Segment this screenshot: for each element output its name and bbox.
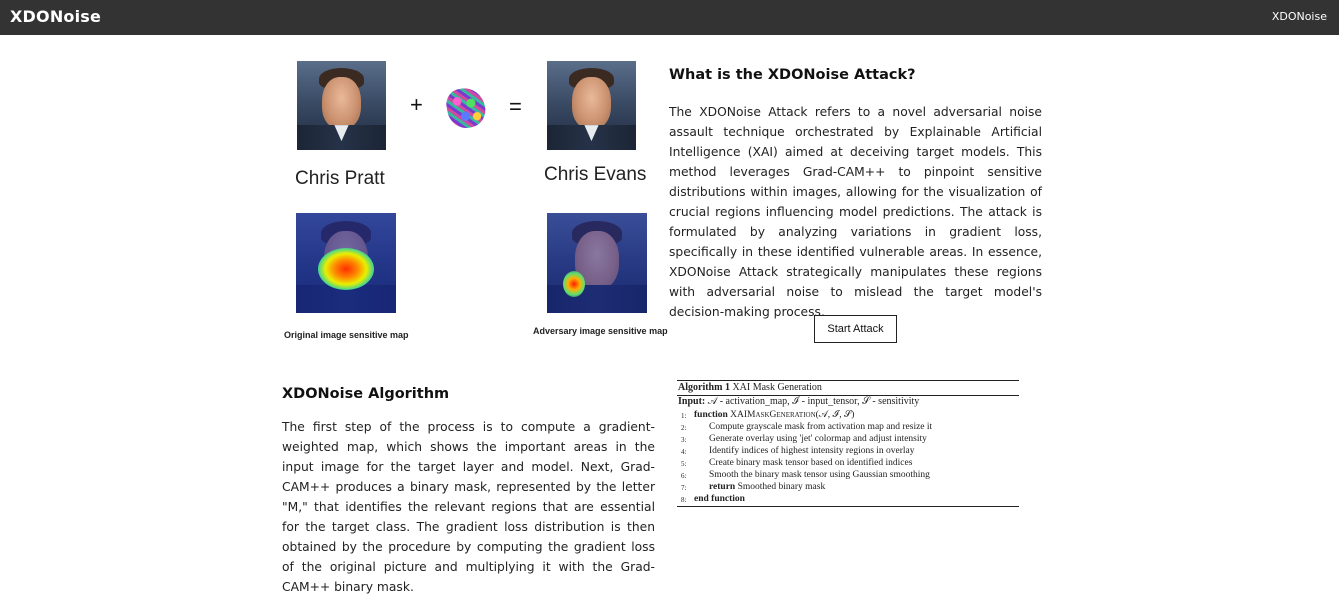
algorithm-line: 7: return Smoothed binary mask (681, 482, 826, 492)
algorithm-line: 8: end function (681, 494, 745, 504)
equals-sign: = (509, 94, 522, 119)
algorithm-lines: 1: function XAIMaskGeneration(𝒜, ℐ, 𝒮) 2… (677, 409, 1019, 505)
algorithm-input-text: 𝒜 - activation_map, ℐ - input_tensor, 𝒮 … (707, 396, 920, 407)
algorithm-line: 2: Compute grayscale mask from activatio… (681, 422, 933, 432)
algorithm-line: 1: function XAIMaskGeneration(𝒜, ℐ, 𝒮) (681, 410, 855, 420)
algorithm-box: Algorithm 1 XAI Mask Generation Input: 𝒜… (677, 380, 1019, 507)
adversary-identity-label: Chris Evans (544, 164, 647, 185)
algorithm-description: The first step of the process is to comp… (282, 420, 655, 594)
adversary-sensitive-map-image (547, 213, 647, 313)
algorithm-name: XAI Mask Generation (732, 382, 822, 393)
adversarial-noise-patch (443, 85, 489, 131)
algorithm-line: 6: Smooth the binary mask tensor using G… (681, 470, 930, 480)
algorithm-heading: XDONoise Algorithm (282, 386, 450, 402)
algorithm-header: Algorithm 1 XAI Mask Generation (677, 381, 1019, 395)
adversary-map-caption: Adversary image sensitive map (533, 326, 668, 336)
algorithm-line: 3: Generate overlay using 'jet' colormap… (681, 434, 927, 444)
original-identity-label: Chris Pratt (295, 168, 385, 189)
brand-logo[interactable]: XDONoise (10, 7, 101, 26)
adversarial-face-image (547, 61, 636, 150)
plus-sign: + (410, 92, 423, 117)
algorithm-input: Input: 𝒜 - activation_map, ℐ - input_ten… (677, 396, 1019, 409)
original-map-caption: Original image sensitive map (284, 330, 409, 340)
start-attack-button[interactable]: Start Attack (814, 315, 897, 343)
algorithm-input-label: Input: (678, 396, 706, 407)
algorithm-number: Algorithm 1 (678, 382, 730, 393)
attack-description: The XDONoise Attack refers to a novel ad… (669, 105, 1042, 319)
attack-heading: What is the XDONoise Attack? (669, 67, 916, 83)
nav-link-xdonoise[interactable]: XDONoise (1272, 10, 1327, 23)
original-face-image (297, 61, 386, 150)
original-sensitive-map-image (296, 213, 396, 313)
navbar: XDONoise XDONoise (0, 0, 1339, 35)
algorithm-line: 5: Create binary mask tensor based on id… (681, 458, 913, 468)
algorithm-line: 4: Identify indices of highest intensity… (681, 446, 915, 456)
